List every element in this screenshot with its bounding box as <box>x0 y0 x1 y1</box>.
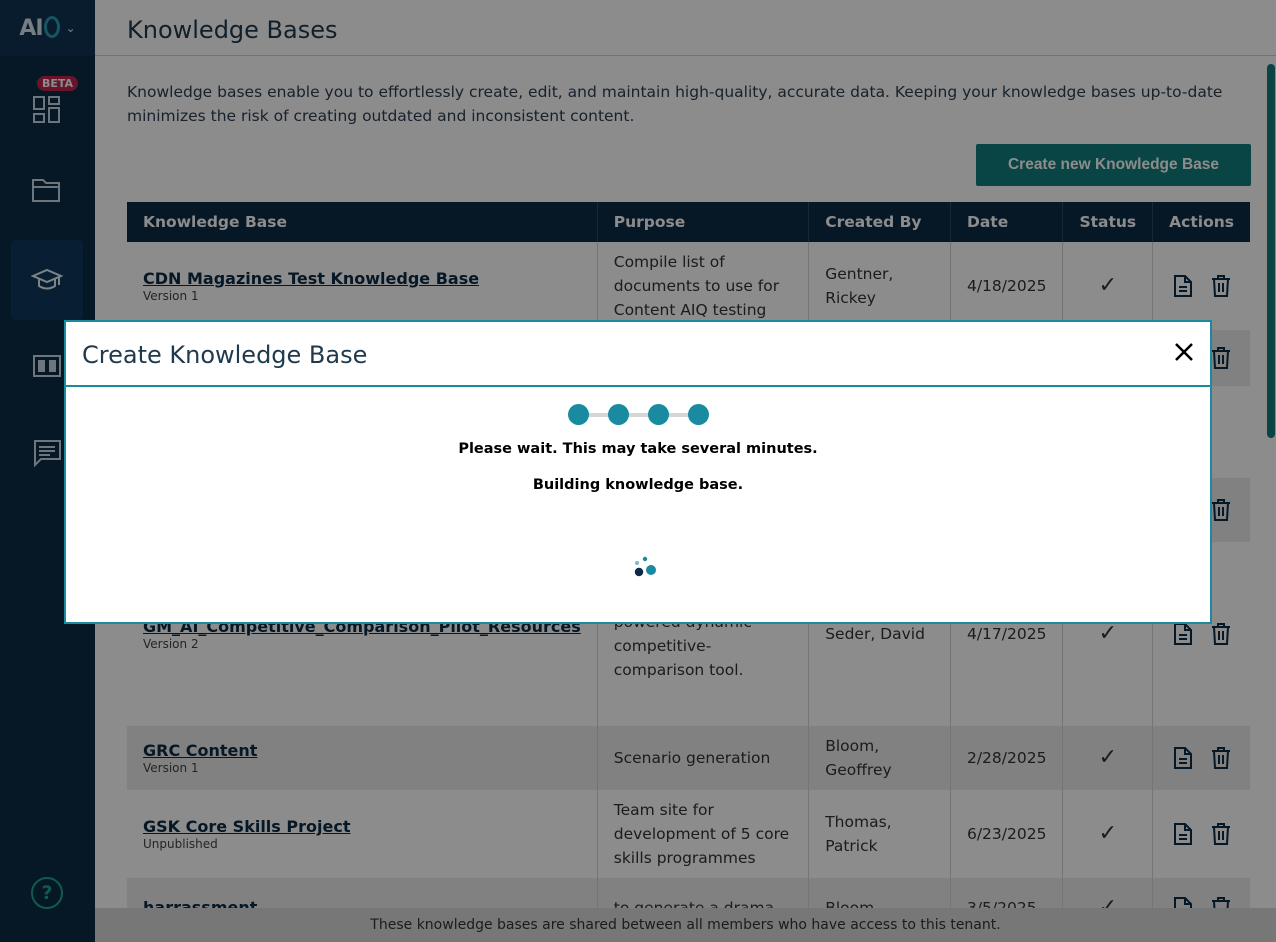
dialog-title: Create Knowledge Base <box>82 341 368 369</box>
progress-track <box>576 413 696 417</box>
close-button[interactable] <box>1170 338 1198 366</box>
status-message: Building knowledge base. <box>532 477 744 493</box>
step-dot <box>688 404 709 425</box>
dialog-header: Create Knowledge Base <box>66 322 1210 387</box>
wait-message: Please wait. This may take several minut… <box>458 441 818 457</box>
loading-spinner-icon <box>634 556 656 577</box>
close-icon <box>1175 343 1193 361</box>
create-knowledge-base-dialog: Create Knowledge Base Please wait. This … <box>64 320 1212 624</box>
progress-steps <box>566 404 726 426</box>
step-dot <box>568 404 589 425</box>
step-dot <box>648 404 669 425</box>
step-dot <box>608 404 629 425</box>
